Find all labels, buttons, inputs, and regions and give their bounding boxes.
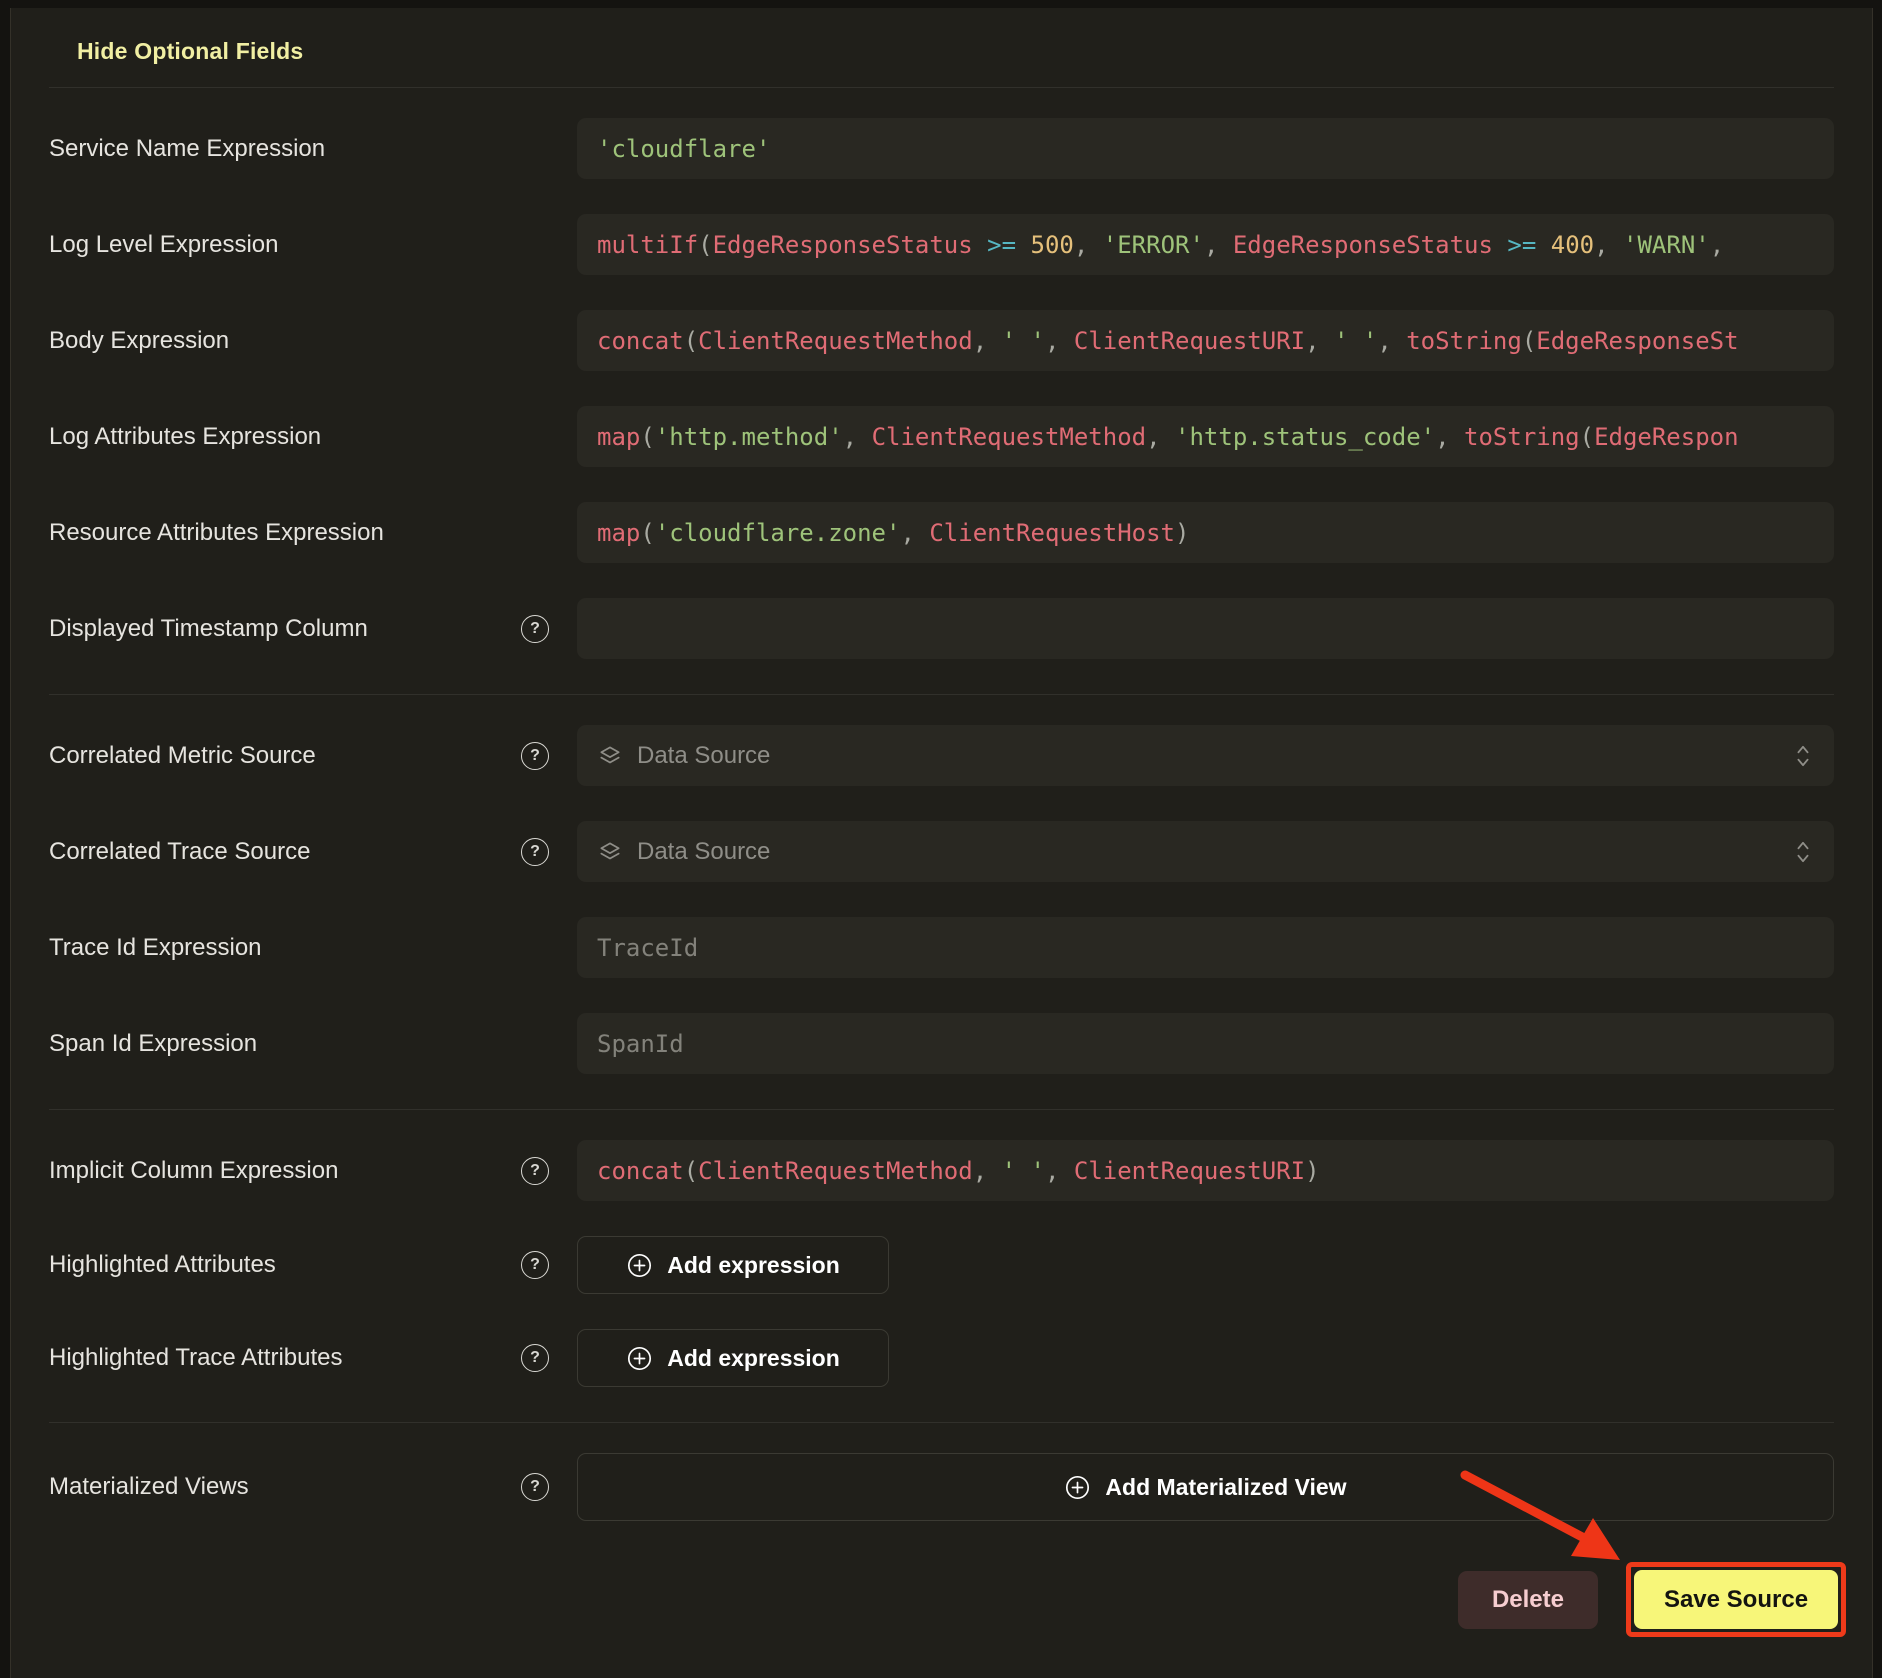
field-row-log-attributes: Log Attributes Expression map('http.meth…	[49, 406, 1834, 467]
log-level-label: Log Level Expression	[49, 231, 278, 259]
service-name-input[interactable]: 'cloudflare'	[577, 118, 1834, 179]
footer-actions: Delete Save Source	[49, 1562, 1834, 1637]
field-row-correlated-metric: Correlated Metric Source ? Data Source	[49, 725, 1834, 786]
implicit-column-input[interactable]: concat(ClientRequestMethod, ' ', ClientR…	[577, 1140, 1834, 1201]
log-level-input[interactable]: multiIf(EdgeResponseStatus >= 500, 'ERRO…	[577, 214, 1834, 275]
add-materialized-view-button[interactable]: Add Materialized View	[577, 1453, 1834, 1521]
unfold-chevrons-icon	[1792, 839, 1814, 865]
span-id-input[interactable]: SpanId	[577, 1013, 1834, 1074]
resource-attributes-input[interactable]: map('cloudflare.zone', ClientRequestHost…	[577, 502, 1834, 563]
field-row-span-id: Span Id Expression SpanId	[49, 1013, 1834, 1074]
help-icon[interactable]: ?	[521, 1251, 549, 1279]
trace-id-label: Trace Id Expression	[49, 934, 262, 962]
divider	[49, 1422, 1834, 1423]
stack-icon	[597, 743, 623, 769]
delete-button[interactable]: Delete	[1458, 1571, 1598, 1629]
divider	[49, 694, 1834, 695]
add-expression-button[interactable]: Add expression	[577, 1236, 889, 1294]
field-row-materialized-views: Materialized Views ? Add Materialized Vi…	[49, 1453, 1834, 1521]
add-expression-button[interactable]: Add expression	[577, 1329, 889, 1387]
field-row-implicit-column: Implicit Column Expression ? concat(Clie…	[49, 1140, 1834, 1201]
annotation-highlight-box: Save Source	[1626, 1562, 1846, 1637]
correlated-trace-select[interactable]: Data Source	[577, 821, 1834, 882]
field-row-displayed-timestamp: Displayed Timestamp Column ?	[49, 598, 1834, 659]
field-row-trace-id: Trace Id Expression TraceId	[49, 917, 1834, 978]
log-attributes-input[interactable]: map('http.method', ClientRequestMethod, …	[577, 406, 1834, 467]
span-id-label: Span Id Expression	[49, 1030, 257, 1058]
log-attributes-label: Log Attributes Expression	[49, 423, 321, 451]
field-row-highlighted-attributes: Highlighted Attributes ? Add expression	[49, 1236, 1834, 1294]
field-row-log-level: Log Level Expression multiIf(EdgeRespons…	[49, 214, 1834, 275]
divider	[49, 87, 1834, 88]
correlated-metric-select[interactable]: Data Source	[577, 725, 1834, 786]
input-placeholder: TraceId	[597, 934, 698, 962]
help-icon[interactable]: ?	[521, 1473, 549, 1501]
help-icon[interactable]: ?	[521, 1344, 549, 1372]
unfold-chevrons-icon	[1792, 743, 1814, 769]
displayed-timestamp-input[interactable]	[577, 598, 1834, 659]
help-icon[interactable]: ?	[521, 1157, 549, 1185]
displayed-timestamp-label: Displayed Timestamp Column	[49, 615, 368, 643]
source-settings-panel: Hide Optional Fields Service Name Expres…	[10, 8, 1873, 1678]
field-row-body: Body Expression concat(ClientRequestMeth…	[49, 310, 1834, 371]
plus-circle-icon	[626, 1252, 653, 1279]
body-label: Body Expression	[49, 327, 229, 355]
divider	[49, 1109, 1834, 1110]
input-placeholder: SpanId	[597, 1030, 684, 1058]
field-row-service-name: Service Name Expression 'cloudflare'	[49, 118, 1834, 179]
plus-circle-icon	[1064, 1474, 1091, 1501]
correlated-trace-label: Correlated Trace Source	[49, 838, 310, 866]
field-row-highlighted-trace-attributes: Highlighted Trace Attributes ? Add expre…	[49, 1329, 1834, 1387]
field-row-correlated-trace: Correlated Trace Source ? Data Source	[49, 821, 1834, 882]
select-placeholder: Data Source	[637, 742, 770, 770]
hide-optional-fields-toggle[interactable]: Hide Optional Fields	[77, 38, 303, 65]
stack-icon	[597, 839, 623, 865]
field-row-resource-attributes: Resource Attributes Expression map('clou…	[49, 502, 1834, 563]
help-icon[interactable]: ?	[521, 742, 549, 770]
help-icon[interactable]: ?	[521, 838, 549, 866]
correlated-metric-label: Correlated Metric Source	[49, 742, 316, 770]
plus-circle-icon	[626, 1345, 653, 1372]
highlighted-trace-attributes-label: Highlighted Trace Attributes	[49, 1344, 343, 1372]
materialized-views-label: Materialized Views	[49, 1473, 249, 1501]
help-icon[interactable]: ?	[521, 615, 549, 643]
resource-attributes-label: Resource Attributes Expression	[49, 519, 384, 547]
body-input[interactable]: concat(ClientRequestMethod, ' ', ClientR…	[577, 310, 1834, 371]
implicit-column-label: Implicit Column Expression	[49, 1157, 338, 1185]
service-name-label: Service Name Expression	[49, 135, 325, 163]
trace-id-input[interactable]: TraceId	[577, 917, 1834, 978]
highlighted-attributes-label: Highlighted Attributes	[49, 1251, 276, 1279]
select-placeholder: Data Source	[637, 838, 770, 866]
save-source-button[interactable]: Save Source	[1634, 1570, 1838, 1629]
